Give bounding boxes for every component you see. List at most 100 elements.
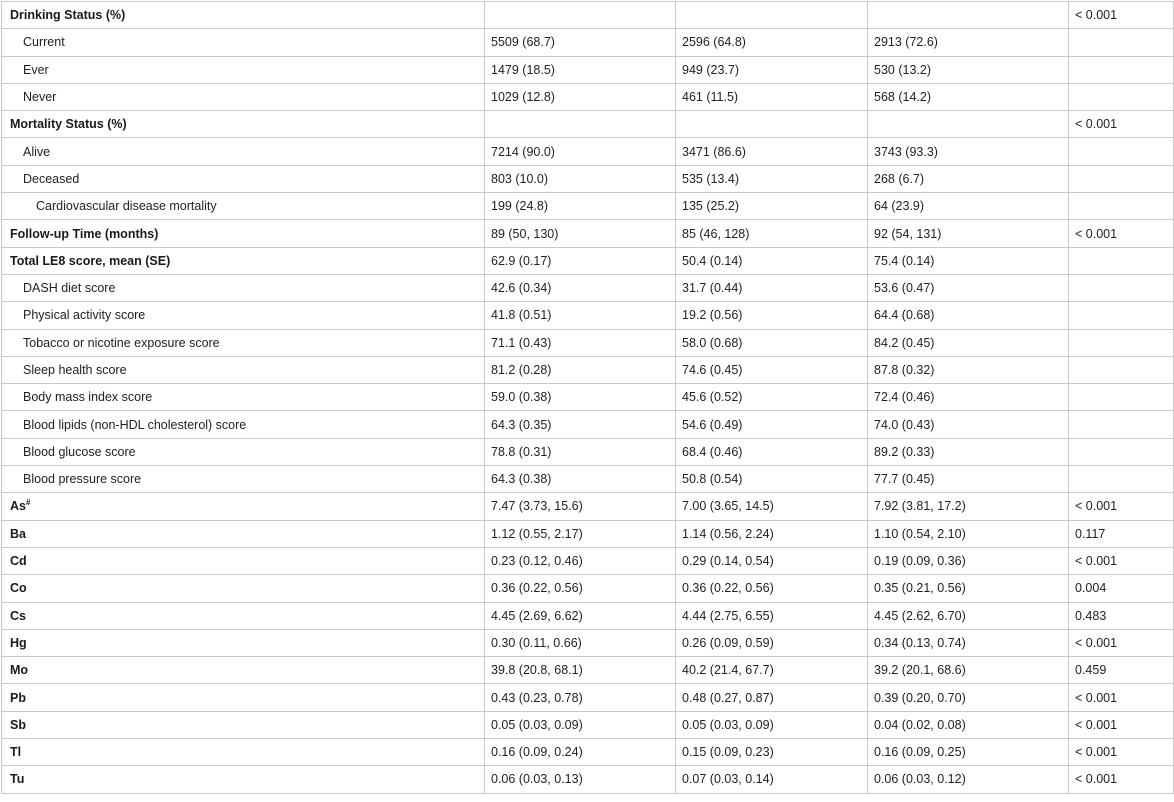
- table-row: Cardiovascular disease mortality 199 (24.…: [1, 192, 1174, 221]
- p-value-cell: 0.459: [1068, 656, 1174, 685]
- row-label: Deceased: [23, 171, 80, 186]
- table-row: Blood lipids (non-HDL cholesterol) score…: [1, 410, 1174, 439]
- value-cell: 3743 (93.3): [867, 137, 1069, 166]
- table-row: Ba 1.12 (0.55, 2.17) 1.14 (0.56, 2.24) 1.10…: [1, 519, 1174, 548]
- row-label: Drinking Status (%): [10, 8, 126, 23]
- value-cell: 68.4 (0.46): [675, 437, 868, 467]
- table-row: Tobacco or nicotine exposure score 71.1 (…: [1, 328, 1174, 357]
- p-value-cell: < 0.001: [1068, 492, 1174, 521]
- p-value-cell: [1068, 192, 1174, 221]
- row-label-cell: Mortality Status (%): [1, 110, 485, 139]
- table-row: Hg 0.30 (0.11, 0.66) 0.26 (0.09, 0.59) 0.34…: [1, 628, 1174, 658]
- table-row: Mo 39.8 (20.8, 68.1) 40.2 (21.4, 67.7) 39.2…: [1, 656, 1174, 685]
- row-label-cell: Alive: [1, 137, 485, 166]
- table-row: Cd 0.23 (0.12, 0.46) 0.29 (0.14, 0.54) 0.19…: [1, 546, 1174, 576]
- table-row: Blood pressure score 64.3 (0.38) 50.8 (0.5…: [1, 465, 1174, 494]
- table-row: Tu 0.06 (0.03, 0.13) 0.07 (0.03, 0.14) 0.06…: [1, 765, 1174, 794]
- row-label: Mo: [10, 663, 29, 678]
- row-label: Blood glucose score: [23, 444, 136, 459]
- value-cell: 2913 (72.6): [867, 28, 1069, 57]
- p-value-cell: [1068, 355, 1174, 385]
- value-cell: 2596 (64.8): [675, 28, 868, 57]
- p-value-cell: [1068, 164, 1174, 194]
- value-cell: [484, 110, 676, 139]
- row-label-cell: DASH diet score: [1, 273, 485, 303]
- value-cell: 89 (50, 130): [484, 219, 676, 248]
- p-value-cell: < 0.001: [1068, 683, 1174, 712]
- row-label-cell: Cd: [1, 546, 485, 576]
- value-cell: 0.29 (0.14, 0.54): [675, 546, 868, 576]
- value-cell: 64.4 (0.68): [867, 301, 1069, 330]
- row-label: Cd: [10, 554, 27, 569]
- value-cell: 41.8 (0.51): [484, 301, 676, 330]
- table-row: Sleep health score 81.2 (0.28) 74.6 (0.45)…: [1, 355, 1174, 385]
- p-value-cell: < 0.001: [1068, 110, 1174, 139]
- p-value-cell: [1068, 55, 1174, 84]
- value-cell: 0.06 (0.03, 0.12): [867, 765, 1069, 794]
- row-label: Co: [10, 581, 27, 596]
- row-label-cell: Current: [1, 28, 485, 57]
- value-cell: 0.34 (0.13, 0.74): [867, 628, 1069, 658]
- row-label: Blood lipids (non-HDL cholesterol) score: [23, 417, 247, 432]
- value-cell: 0.35 (0.21, 0.56): [867, 574, 1069, 603]
- p-value-cell: [1068, 410, 1174, 439]
- row-label-cell: Cs: [1, 601, 485, 630]
- value-cell: 949 (23.7): [675, 55, 868, 84]
- value-cell: [675, 110, 868, 139]
- value-cell: 1.14 (0.56, 2.24): [675, 519, 868, 548]
- table-row: Tl 0.16 (0.09, 0.24) 0.15 (0.09, 0.23) 0.16…: [1, 738, 1174, 767]
- row-label: Mortality Status (%): [10, 117, 127, 132]
- table-row: Mortality Status (%) < 0.001: [1, 110, 1174, 139]
- value-cell: 3471 (86.6): [675, 137, 868, 166]
- value-cell: 75.4 (0.14): [867, 246, 1069, 275]
- table-row: Ever 1479 (18.5) 949 (23.7) 530 (13.2): [1, 55, 1174, 84]
- table-body: Drinking Status (%) < 0.001 Current 5509 (6…: [1, 0, 1174, 794]
- row-label-cell: Follow-up Time (months): [1, 219, 485, 248]
- value-cell: 135 (25.2): [675, 192, 868, 221]
- value-cell: 0.04 (0.02, 0.08): [867, 710, 1069, 740]
- value-cell: 0.26 (0.09, 0.59): [675, 628, 868, 658]
- row-label: Current: [23, 35, 65, 50]
- value-cell: [867, 0, 1069, 30]
- row-label-cell: Blood glucose score: [1, 437, 485, 467]
- row-label: Pb: [10, 690, 26, 705]
- row-label-cell: Sleep health score: [1, 355, 485, 385]
- row-label-cell: Body mass index score: [1, 383, 485, 412]
- row-label: Physical activity score: [23, 308, 146, 323]
- table-row: Current 5509 (68.7) 2596 (64.8) 2913 (72.6): [1, 28, 1174, 57]
- p-value-cell: 0.483: [1068, 601, 1174, 630]
- value-cell: 5509 (68.7): [484, 28, 676, 57]
- row-label: Never: [23, 90, 57, 105]
- row-label-cell: Drinking Status (%): [1, 0, 485, 30]
- value-cell: 62.9 (0.17): [484, 246, 676, 275]
- table-row: Never 1029 (12.8) 461 (11.5) 568 (14.2): [1, 82, 1174, 112]
- value-cell: 461 (11.5): [675, 82, 868, 112]
- value-cell: [675, 0, 868, 30]
- value-cell: 0.30 (0.11, 0.66): [484, 628, 676, 658]
- value-cell: 40.2 (21.4, 67.7): [675, 656, 868, 685]
- value-cell: 53.6 (0.47): [867, 273, 1069, 303]
- value-cell: 0.05 (0.03, 0.09): [484, 710, 676, 740]
- value-cell: 0.07 (0.03, 0.14): [675, 765, 868, 794]
- value-cell: 4.45 (2.69, 6.62): [484, 601, 676, 630]
- value-cell: 803 (10.0): [484, 164, 676, 194]
- value-cell: 39.2 (20.1, 68.6): [867, 656, 1069, 685]
- p-value-cell: [1068, 273, 1174, 303]
- value-cell: 4.45 (2.62, 6.70): [867, 601, 1069, 630]
- row-label: DASH diet score: [23, 281, 116, 296]
- value-cell: 92 (54, 131): [867, 219, 1069, 248]
- value-cell: 4.44 (2.75, 6.55): [675, 601, 868, 630]
- value-cell: 1479 (18.5): [484, 55, 676, 84]
- p-value-cell: [1068, 301, 1174, 330]
- value-cell: 0.06 (0.03, 0.13): [484, 765, 676, 794]
- p-value-cell: [1068, 137, 1174, 166]
- value-cell: 74.0 (0.43): [867, 410, 1069, 439]
- table-row: As# 7.47 (3.73, 15.6) 7.00 (3.65, 14.5) 7.9…: [1, 492, 1174, 521]
- value-cell: 50.8 (0.54): [675, 465, 868, 494]
- row-label-cell: Total LE8 score, mean (SE): [1, 246, 485, 275]
- value-cell: 19.2 (0.56): [675, 301, 868, 330]
- value-cell: 7.00 (3.65, 14.5): [675, 492, 868, 521]
- p-value-cell: [1068, 465, 1174, 494]
- value-cell: 1029 (12.8): [484, 82, 676, 112]
- value-cell: 74.6 (0.45): [675, 355, 868, 385]
